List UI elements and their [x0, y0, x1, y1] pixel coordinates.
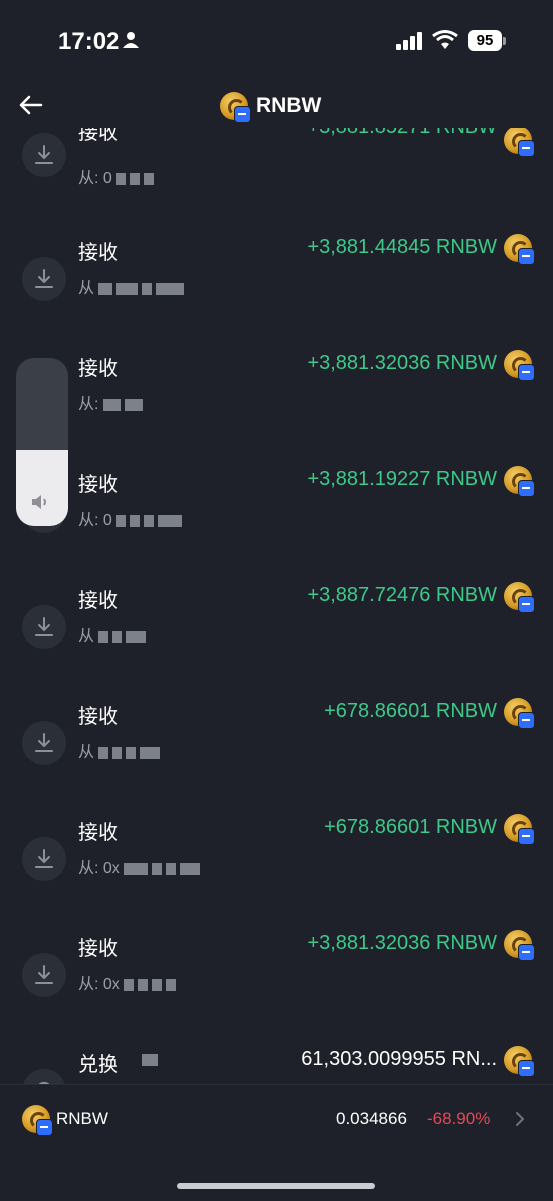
rnbw-coin-icon	[504, 698, 535, 729]
rnbw-coin-icon	[504, 814, 535, 845]
battery-tip	[503, 37, 506, 45]
transaction-type: 接收	[78, 358, 118, 380]
transaction-row[interactable]: 兑换 61,303.0099955 RN...	[0, 1046, 553, 1084]
wifi-icon	[432, 30, 458, 49]
transaction-from: 从: 0x	[78, 970, 180, 994]
transaction-from: 从	[78, 738, 164, 762]
transaction-row[interactable]: 接收 从: +3,881.32036 RNBW	[0, 350, 553, 448]
battery-indicator: 95	[468, 30, 502, 51]
transaction-type: 接收	[78, 474, 118, 496]
transaction-type: 接收	[78, 590, 118, 612]
transaction-row[interactable]: 接收 从 +678.86601 RNBW	[0, 698, 553, 796]
download-icon	[22, 257, 66, 301]
rnbw-coin-icon	[22, 1105, 53, 1136]
token-price: 0.034866	[336, 1109, 407, 1128]
header-title-group: RNBW	[220, 90, 322, 123]
price-change: -68.90%	[427, 1109, 491, 1128]
transaction-row[interactable]: 接收 从 +3,881.44845 RNBW	[0, 234, 553, 332]
transaction-from: 从:	[78, 390, 147, 414]
volume-level-fill	[16, 450, 68, 526]
transaction-from: 从	[78, 274, 188, 298]
transaction-row[interactable]: 接收 从: 0x +3,881.32036 RNBW	[0, 930, 553, 1028]
transaction-amount: +3,887.72476 RNBW	[307, 584, 497, 606]
navigation-header: RNBW	[0, 84, 553, 128]
rnbw-coin-icon	[504, 350, 535, 381]
signal-icon	[396, 32, 422, 50]
token-symbol: RNBW	[56, 1109, 108, 1128]
transaction-row[interactable]: 接收 从: 0x +678.86601 RNBW	[0, 814, 553, 912]
page-title: RNBW	[256, 94, 322, 117]
transaction-row[interactable]: 接收 从 +3,887.72476 RNBW	[0, 582, 553, 680]
transaction-amount: +678.86601 RNBW	[324, 816, 497, 838]
rnbw-coin-icon	[504, 930, 535, 961]
back-arrow-icon[interactable]	[18, 92, 44, 118]
rnbw-coin-icon	[504, 234, 535, 265]
chevron-right-icon[interactable]	[514, 1111, 526, 1127]
download-icon	[22, 837, 66, 881]
download-icon	[22, 953, 66, 997]
status-bar: 17:02 95	[0, 0, 553, 84]
rnbw-coin-icon	[504, 466, 535, 497]
download-icon	[22, 721, 66, 765]
download-icon	[22, 133, 66, 177]
transaction-amount: +3,881.19227 RNBW	[307, 468, 497, 490]
transaction-type: 接收	[78, 128, 118, 144]
transaction-type: 接收	[78, 706, 118, 728]
transaction-row[interactable]: 接收 从: 0 +3,881.85271 RNBW	[0, 128, 553, 226]
transaction-row[interactable]: 接收 从: 0 +3,881.19227 RNBW	[0, 466, 553, 564]
transaction-amount: +3,881.32036 RNBW	[307, 932, 497, 954]
volume-slider[interactable]	[16, 358, 68, 526]
transaction-type: 兑换	[78, 1054, 118, 1076]
token-price-bar[interactable]: RNBW 0.034866 -68.90%	[0, 1084, 553, 1201]
rnbw-coin-icon	[220, 92, 251, 123]
transaction-type: 接收	[78, 242, 118, 264]
rnbw-coin-icon	[504, 582, 535, 613]
transaction-from: 从: 0	[78, 506, 186, 530]
transaction-from: 从	[78, 622, 150, 646]
transaction-from: 从: 0	[78, 164, 158, 188]
transaction-type: 接收	[78, 822, 118, 844]
transaction-amount: 61,303.0099955 RN...	[301, 1048, 497, 1070]
rnbw-coin-icon	[504, 128, 535, 157]
transaction-amount: +678.86601 RNBW	[324, 700, 497, 722]
speaker-icon	[32, 495, 46, 509]
swap-icon	[22, 1069, 66, 1084]
transaction-type: 接收	[78, 938, 118, 960]
home-indicator[interactable]	[177, 1183, 375, 1189]
person-icon	[123, 32, 139, 48]
transaction-list: 接收 从: 0 +3,881.85271 RNBW 接收 从 +3,881.44…	[0, 128, 553, 1084]
transaction-amount: +3,881.44845 RNBW	[307, 236, 497, 258]
transaction-amount: +3,881.32036 RNBW	[307, 352, 497, 374]
rnbw-coin-icon	[504, 1046, 535, 1077]
transaction-from: 从: 0x	[78, 854, 204, 878]
redacted-text	[142, 1054, 158, 1066]
transaction-amount: +3,881.85271 RNBW	[307, 128, 497, 139]
download-icon	[22, 605, 66, 649]
status-time: 17:02	[58, 28, 120, 55]
